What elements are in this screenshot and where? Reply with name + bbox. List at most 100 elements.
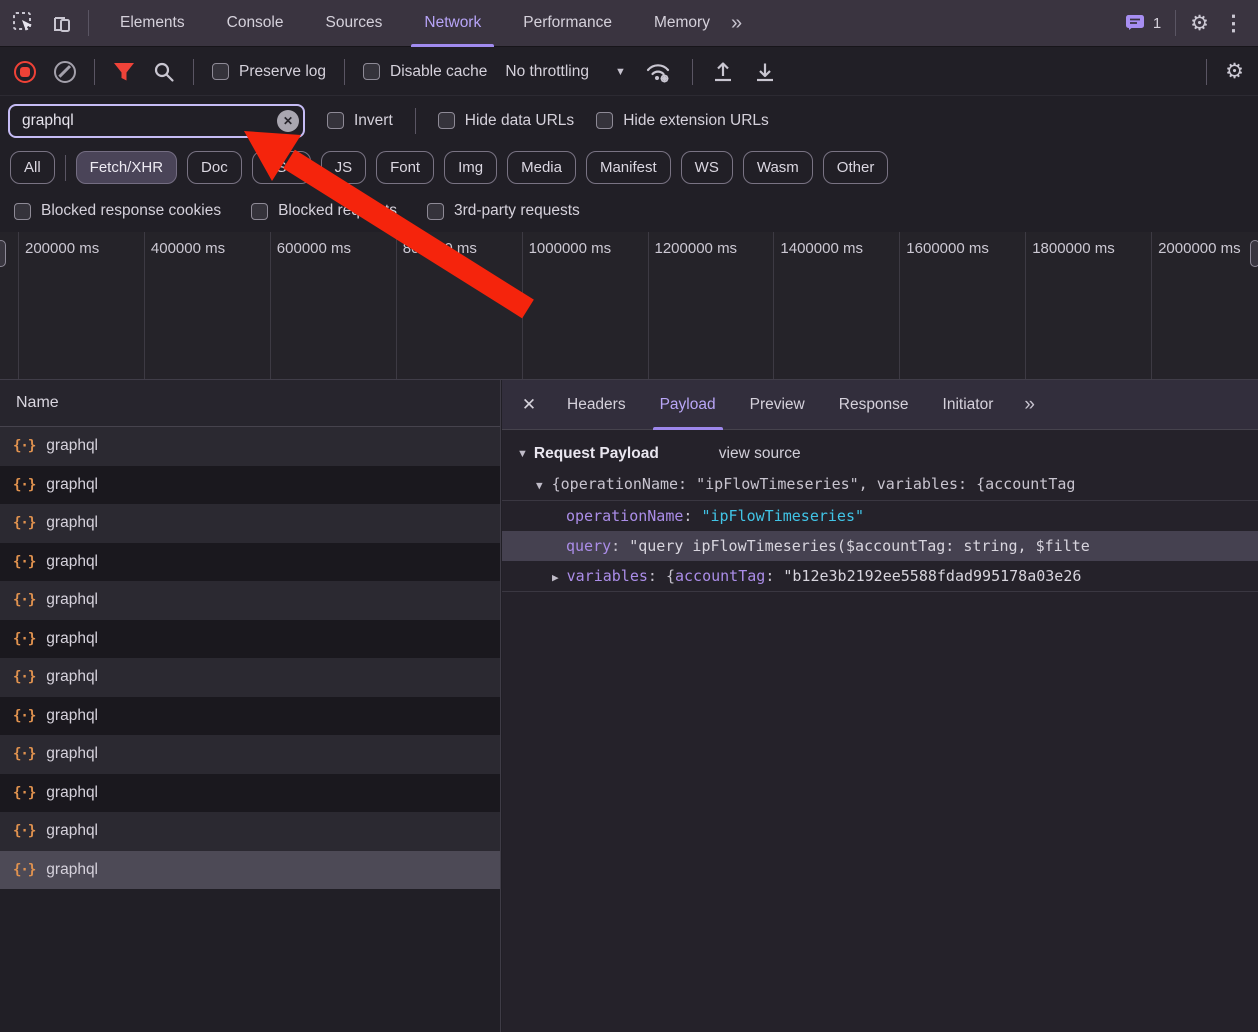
chip-wasm[interactable]: Wasm <box>743 151 813 184</box>
detail-tab-headers[interactable]: Headers <box>550 380 643 430</box>
detail-tab-preview[interactable]: Preview <box>733 380 822 430</box>
chip-manifest[interactable]: Manifest <box>586 151 671 184</box>
payload-row-operation-name[interactable]: operationName: "ipFlowTimeseries" <box>502 501 1258 531</box>
search-icon[interactable] <box>153 61 175 83</box>
chip-js[interactable]: JS <box>321 151 367 184</box>
detail-tab-list: HeadersPayloadPreviewResponseInitiator <box>550 380 1010 430</box>
third-party-requests-checkbox[interactable]: 3rd-party requests <box>427 202 580 220</box>
inspect-element-icon[interactable] <box>12 11 36 35</box>
payload-key: variables <box>567 567 648 585</box>
issues-counter[interactable]: 1 <box>1125 13 1161 33</box>
chip-ws[interactable]: WS <box>681 151 733 184</box>
request-row[interactable]: {·}graphql <box>0 504 500 543</box>
timeline-gridline <box>773 232 774 379</box>
request-row[interactable]: {·}graphql <box>0 774 500 813</box>
tab-network[interactable]: Network <box>403 0 502 47</box>
view-source-link[interactable]: view source <box>719 445 801 463</box>
more-panels-icon[interactable]: » <box>731 12 740 35</box>
chip-other[interactable]: Other <box>823 151 889 184</box>
request-row[interactable]: {·}graphql <box>0 581 500 620</box>
chip-css[interactable]: CSS <box>252 151 311 184</box>
collapse-triangle-icon[interactable]: ▼ <box>536 479 543 492</box>
request-row[interactable]: {·}graphql <box>0 658 500 697</box>
hide-extension-urls-checkbox[interactable]: Hide extension URLs <box>596 112 769 130</box>
network-conditions-icon[interactable] <box>644 60 674 84</box>
request-row[interactable]: {·}graphql <box>0 427 500 466</box>
chip-all[interactable]: All <box>10 151 55 184</box>
expand-triangle-icon[interactable]: ▶ <box>552 571 559 584</box>
timeline-right-handle[interactable] <box>1250 240 1258 267</box>
import-har-icon[interactable] <box>711 60 735 84</box>
timeline-left-handle[interactable] <box>0 240 6 267</box>
throttling-dropdown[interactable]: No throttling ▼ <box>505 63 625 81</box>
request-row[interactable]: {·}graphql <box>0 735 500 774</box>
timeline-gridline <box>144 232 145 379</box>
settings-gear-icon[interactable]: ⚙ <box>1190 13 1209 34</box>
network-toolbar: Preserve log Disable cache No throttling… <box>0 48 1258 96</box>
chip-doc[interactable]: Doc <box>187 151 242 184</box>
throttling-value: No throttling <box>505 63 589 81</box>
timeline-gridline <box>18 232 19 379</box>
tab-console[interactable]: Console <box>206 0 305 47</box>
request-row[interactable]: {·}graphql <box>0 851 500 890</box>
clear-filter-icon[interactable]: ✕ <box>277 110 299 132</box>
export-har-icon[interactable] <box>753 60 777 84</box>
tab-sources[interactable]: Sources <box>305 0 404 47</box>
kebab-menu-icon[interactable]: ⋮ <box>1223 13 1244 34</box>
timeline-tick-label: 600000 ms <box>277 240 351 257</box>
blocked-requests-checkbox[interactable]: Blocked requests <box>251 202 397 220</box>
third-party-requests-label: 3rd-party requests <box>454 202 580 220</box>
detail-tab-initiator[interactable]: Initiator <box>926 380 1011 430</box>
tab-memory[interactable]: Memory <box>633 0 731 47</box>
device-toolbar-icon[interactable] <box>50 11 74 35</box>
collapse-triangle-icon[interactable]: ▼ <box>517 448 528 460</box>
timeline-gridline <box>396 232 397 379</box>
invert-checkbox[interactable]: Invert <box>327 112 393 130</box>
request-row[interactable]: {·}graphql <box>0 543 500 582</box>
timeline-tick-label: 1000000 ms <box>529 240 612 257</box>
request-payload-section: ▼ Request Payload view source <box>502 430 1258 469</box>
detail-tab-response[interactable]: Response <box>822 380 926 430</box>
payload-root-row[interactable]: ▼{operationName: "ipFlowTimeseries", var… <box>502 469 1258 499</box>
filter-input[interactable] <box>8 104 305 138</box>
tab-elements[interactable]: Elements <box>99 0 206 47</box>
preserve-log-checkbox[interactable]: Preserve log <box>212 63 326 81</box>
name-column-header[interactable]: Name <box>0 380 500 427</box>
hide-extension-urls-label: Hide extension URLs <box>623 112 769 130</box>
request-row[interactable]: {·}graphql <box>0 620 500 659</box>
filter-funnel-icon[interactable] <box>113 62 135 82</box>
chip-media[interactable]: Media <box>507 151 576 184</box>
request-row[interactable]: {·}graphql <box>0 466 500 505</box>
chip-font[interactable]: Font <box>376 151 434 184</box>
checkbox <box>438 112 455 129</box>
clear-network-log-button[interactable] <box>54 61 76 83</box>
close-icon[interactable]: ✕ <box>508 395 550 415</box>
blocked-response-cookies-label: Blocked response cookies <box>41 202 221 220</box>
json-request-icon: {·} <box>13 592 35 608</box>
name-column-label: Name <box>16 394 59 412</box>
disable-cache-checkbox[interactable]: Disable cache <box>363 63 487 81</box>
payload-row-variables[interactable]: ▶variables: {accountTag: "b12e3b2192ee55… <box>502 561 1258 591</box>
timeline-gridline <box>522 232 523 379</box>
toolbar-divider <box>1206 59 1207 85</box>
request-row[interactable]: {·}graphql <box>0 812 500 851</box>
network-overview-timeline[interactable]: 200000 ms400000 ms600000 ms800000 ms1000… <box>0 232 1258 380</box>
blocked-response-cookies-checkbox[interactable]: Blocked response cookies <box>14 202 221 220</box>
tab-performance[interactable]: Performance <box>502 0 633 47</box>
chip-fetch-xhr[interactable]: Fetch/XHR <box>76 151 177 184</box>
toolbar-divider <box>1175 10 1176 36</box>
detail-tab-payload[interactable]: Payload <box>643 380 733 430</box>
network-settings-gear-icon[interactable]: ⚙ <box>1225 61 1244 82</box>
request-row[interactable]: {·}graphql <box>0 697 500 736</box>
more-detail-tabs-icon[interactable]: » <box>1024 394 1033 416</box>
record-network-log-button[interactable] <box>14 61 36 83</box>
checkbox <box>327 112 344 129</box>
hide-data-urls-checkbox[interactable]: Hide data URLs <box>438 112 574 130</box>
payload-row-query[interactable]: query: "query ipFlowTimeseries($accountT… <box>502 531 1258 561</box>
hide-data-urls-label: Hide data URLs <box>465 112 574 130</box>
request-name: graphql <box>46 784 98 802</box>
message-icon <box>1125 13 1146 33</box>
checkbox <box>251 203 268 220</box>
chip-img[interactable]: Img <box>444 151 497 184</box>
payload-string-value: "query ipFlowTimeseries($accountTag: str… <box>629 537 1090 555</box>
